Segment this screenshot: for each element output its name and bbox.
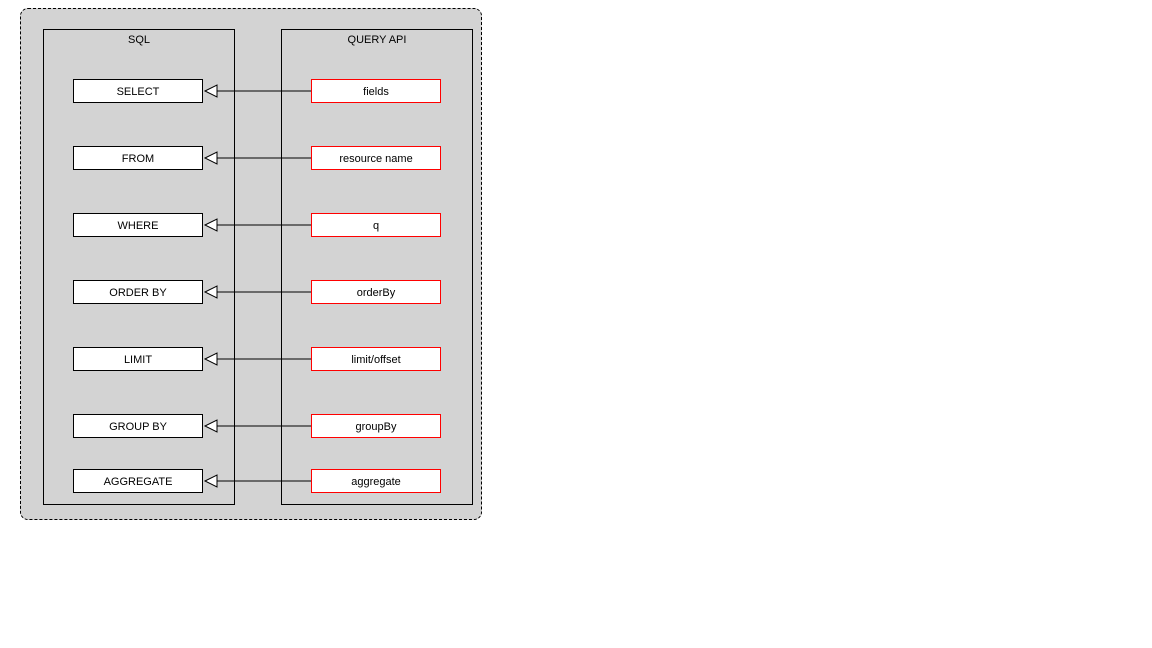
api-aggregate-node: aggregate [311, 469, 441, 493]
sql-where-node: WHERE [73, 213, 203, 237]
api-fields-node: fields [311, 79, 441, 103]
api-column-title: QUERY API [282, 30, 472, 46]
sql-column-title: SQL [44, 30, 234, 46]
outer-container: SQL QUERY API SELECT fields FROM resourc… [20, 8, 482, 520]
sql-order-by-node: ORDER BY [73, 280, 203, 304]
sql-group-by-node: GROUP BY [73, 414, 203, 438]
sql-aggregate-node: AGGREGATE [73, 469, 203, 493]
sql-select-node: SELECT [73, 79, 203, 103]
api-limit-offset-node: limit/offset [311, 347, 441, 371]
api-q-node: q [311, 213, 441, 237]
api-resource-name-node: resource name [311, 146, 441, 170]
api-groupby-node: groupBy [311, 414, 441, 438]
api-orderby-node: orderBy [311, 280, 441, 304]
sql-from-node: FROM [73, 146, 203, 170]
sql-limit-node: LIMIT [73, 347, 203, 371]
diagram-canvas: SQL QUERY API SELECT fields FROM resourc… [0, 0, 1152, 648]
